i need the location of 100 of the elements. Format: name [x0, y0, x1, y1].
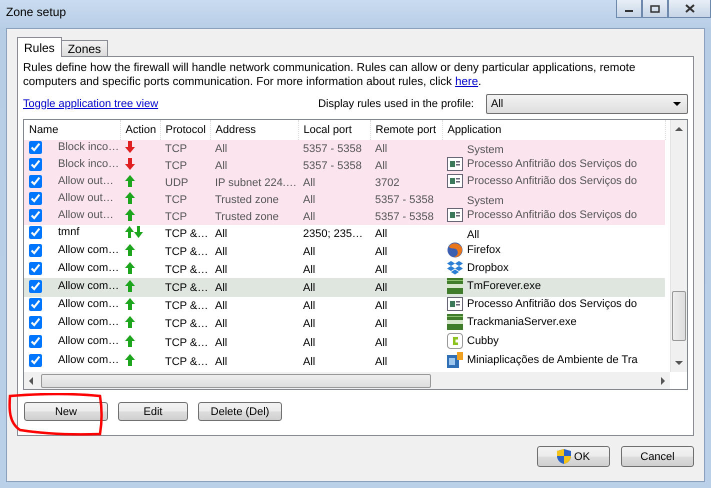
- local-port-text: All: [303, 336, 316, 348]
- protocol-text: TCP &…: [165, 246, 208, 258]
- rule-checkbox[interactable]: [29, 262, 42, 274]
- application-cell[interactable]: System: [442, 140, 665, 157]
- application-cell[interactable]: System: [442, 191, 665, 208]
- tab[interactable]: Zones: [60, 40, 108, 57]
- protocol-text: TCP &…: [165, 356, 208, 368]
- up-arrow-icon: [125, 244, 135, 256]
- application-cell[interactable]: TmForever.exe: [442, 278, 665, 297]
- close-button[interactable]: [668, 0, 711, 18]
- maximize-button[interactable]: [642, 0, 668, 18]
- action-button[interactable]: Delete (Del): [198, 402, 282, 421]
- rule-checkbox[interactable]: [29, 316, 42, 328]
- rule-checkbox[interactable]: [29, 226, 42, 238]
- scroll-down-icon: [675, 361, 683, 366]
- up-arrow-icon: [125, 192, 135, 204]
- rule-checkbox[interactable]: [29, 354, 42, 366]
- help-link[interactable]: here: [455, 76, 478, 88]
- up-arrow-icon: [125, 209, 135, 221]
- window-icon: [447, 208, 463, 222]
- rule-checkbox[interactable]: [29, 174, 42, 188]
- application-text: TrackmaniaServer.exe: [467, 316, 577, 328]
- up-arrow-icon: [125, 298, 135, 310]
- application-text: All: [467, 229, 480, 241]
- remote-port-text: 5357 - 5358: [375, 194, 434, 206]
- action-button[interactable]: New: [24, 402, 108, 421]
- rule-name: Allow out…: [58, 192, 114, 204]
- remote-port-text: All: [375, 142, 388, 154]
- tab[interactable]: Rules: [17, 37, 62, 57]
- profile-label: Display rules used in the profile:: [318, 98, 474, 110]
- window-title: Zone setup: [6, 5, 66, 19]
- application-text: Miniaplicações de Ambiente de Tra: [467, 354, 638, 366]
- rule-checkbox[interactable]: [29, 208, 42, 222]
- scroll-thumb[interactable]: [672, 291, 686, 341]
- rule-checkbox[interactable]: [29, 334, 42, 348]
- remote-port-text: All: [375, 318, 388, 330]
- remote-port-text: All: [375, 246, 388, 258]
- local-port-text: 2350; 235…: [303, 228, 363, 240]
- dialog-button[interactable]: OK: [537, 446, 610, 467]
- application-text: Processo Anfitrião dos Serviços do: [467, 209, 637, 221]
- rule-checkbox[interactable]: [29, 244, 42, 256]
- application-text: System: [467, 195, 504, 207]
- dialog-button[interactable]: Cancel: [621, 446, 694, 467]
- application-cell[interactable]: Dropbox: [442, 261, 665, 278]
- address-text: All: [215, 282, 228, 294]
- track-icon: [447, 314, 463, 330]
- application-cell[interactable]: Processo Anfitrião dos Serviços do: [442, 157, 665, 174]
- remote-port-text: All: [375, 356, 388, 368]
- address-text: All: [215, 356, 228, 368]
- window-icon: [447, 174, 463, 188]
- vertical-scrollbar[interactable]: [670, 120, 687, 372]
- application-cell[interactable]: Processo Anfitrião dos Serviços do: [442, 208, 665, 225]
- rule-name: tmnf: [58, 226, 80, 238]
- dropdown-arrow-icon: [672, 101, 682, 107]
- rule-checkbox[interactable]: [29, 280, 42, 292]
- address-text: Trusted zone: [215, 194, 279, 206]
- globe-icon: [447, 242, 463, 258]
- remote-port-text: 3702: [375, 176, 400, 188]
- application-cell[interactable]: Processo Anfitrião dos Serviços do: [442, 297, 665, 314]
- scroll-thumb[interactable]: [41, 374, 431, 388]
- profile-dropdown[interactable]: All: [486, 94, 688, 114]
- cube-icon: [447, 333, 463, 349]
- address-text: All: [215, 228, 228, 240]
- application-text: Firefox: [467, 244, 501, 256]
- address-text: All: [215, 264, 228, 276]
- local-port-text: All: [303, 264, 316, 276]
- rule-checkbox[interactable]: [29, 140, 42, 154]
- rule-name: Block inco…: [58, 158, 120, 170]
- minimize-button[interactable]: [616, 0, 642, 18]
- up-arrow-icon: [125, 316, 135, 328]
- scroll-left-icon: [28, 376, 33, 384]
- track-icon: [447, 278, 463, 294]
- scroll-up-icon: [675, 126, 683, 131]
- local-port-text: All: [303, 246, 316, 258]
- remote-port-text: All: [375, 228, 388, 240]
- rule-name: Allow com…: [58, 280, 120, 292]
- toggle-tree-link[interactable]: Toggle application tree view: [23, 98, 158, 110]
- maximize-icon: [650, 4, 660, 12]
- local-port-text: 5357 - 5358: [303, 142, 362, 154]
- rule-checkbox[interactable]: [29, 192, 42, 204]
- application-text: TmForever.exe: [467, 280, 541, 292]
- boxes-icon: [447, 261, 463, 275]
- application-cell[interactable]: Processo Anfitrião dos Serviços do: [442, 174, 665, 191]
- rule-name: Allow out…: [58, 175, 114, 187]
- application-text: Processo Anfitrião dos Serviços do: [467, 175, 637, 187]
- remote-port-text: All: [375, 264, 388, 276]
- remote-port-text: All: [375, 300, 388, 312]
- horizontal-scrollbar[interactable]: [24, 372, 670, 389]
- window-icon: [447, 297, 463, 311]
- down-arrow-icon: [125, 158, 135, 170]
- rule-name: Allow com…: [58, 298, 120, 310]
- rule-name: Allow com…: [58, 316, 120, 328]
- protocol-text: TCP &…: [165, 336, 208, 348]
- up-arrow-icon: [125, 354, 135, 366]
- local-port-text: All: [303, 176, 316, 188]
- address-text: All: [215, 160, 228, 172]
- rule-checkbox[interactable]: [29, 158, 42, 170]
- application-text: System: [467, 144, 504, 156]
- action-button[interactable]: Edit: [118, 402, 188, 421]
- rule-checkbox[interactable]: [29, 298, 42, 310]
